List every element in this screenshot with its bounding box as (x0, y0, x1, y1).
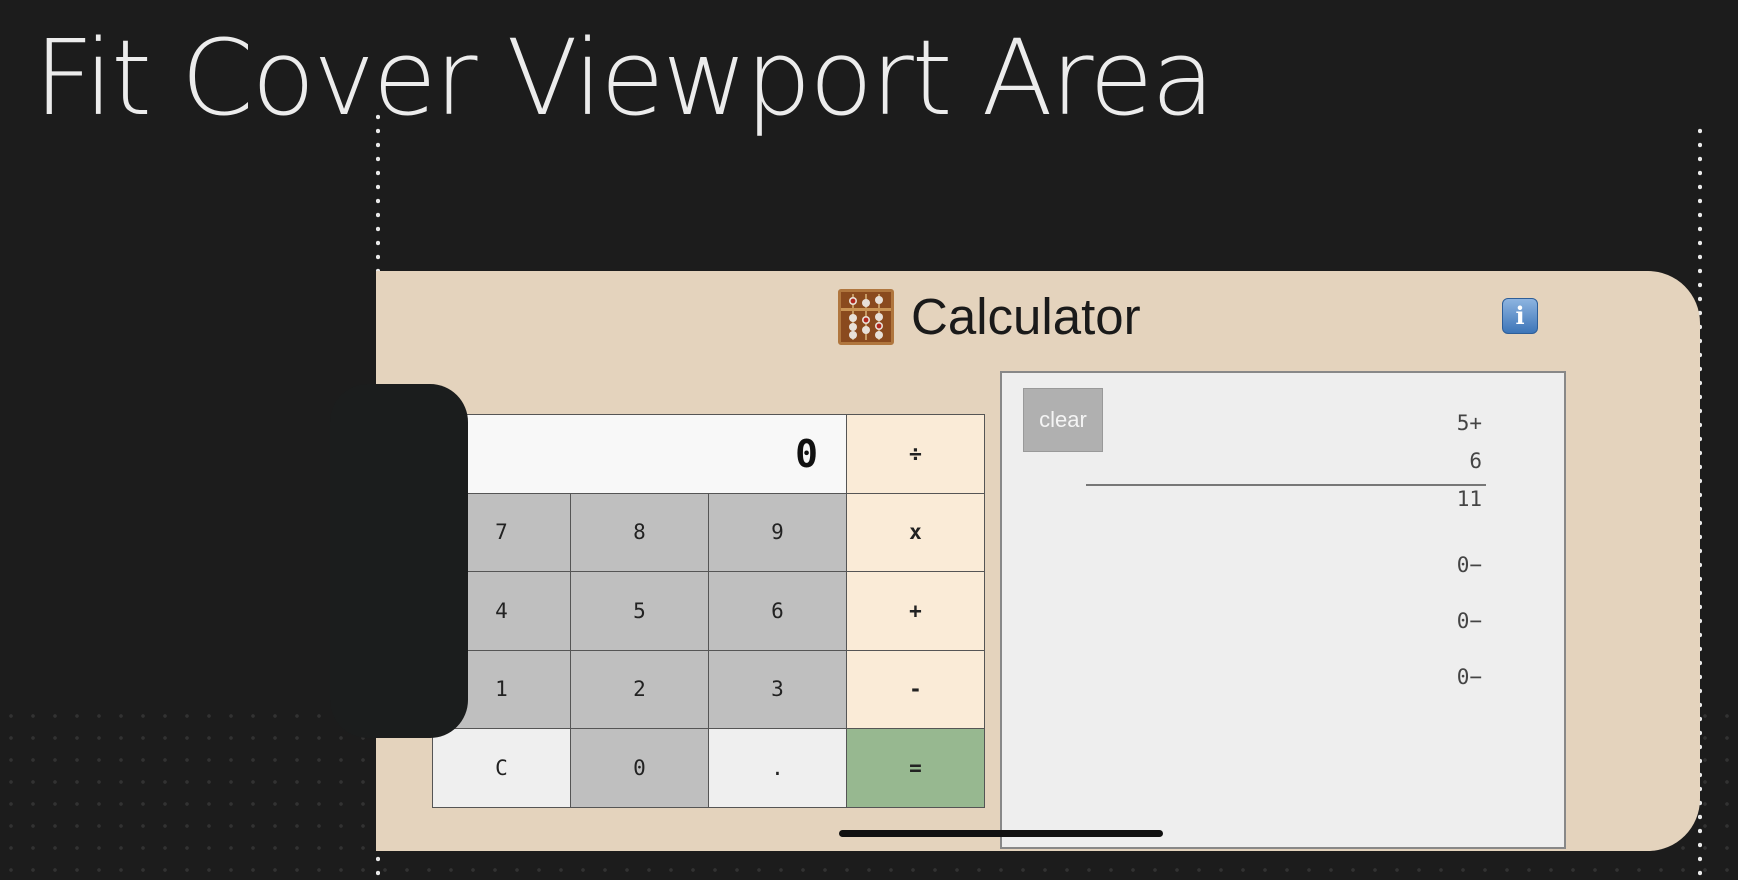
calculator-keypad: 0 ÷ 7 8 9 x 4 5 6 + 1 2 3 - C 0 . = (432, 414, 985, 808)
digit-5-button[interactable]: 5 (571, 572, 709, 651)
tape-line: 0− (1456, 665, 1482, 689)
tape-line: 0− (1456, 609, 1482, 633)
calculation-tape: clear 5+ 6 11 0− 0− 0− (1000, 371, 1566, 849)
digit-9-button[interactable]: 9 (709, 493, 847, 572)
abacus-icon (838, 289, 894, 345)
divide-button[interactable]: ÷ (847, 415, 985, 494)
tape-line: 6 (1469, 449, 1482, 473)
app-title: Calculator (911, 288, 1141, 345)
calculator-display: 0 (433, 415, 847, 494)
plus-button[interactable]: + (847, 572, 985, 651)
tape-line: 0− (1456, 553, 1482, 577)
tape-line: 5+ (1456, 411, 1482, 435)
app-header: Calculator i (376, 271, 1700, 361)
minus-button[interactable]: - (847, 650, 985, 729)
page-title: Fit Cover Viewport Area (34, 17, 1215, 139)
clear-tape-button[interactable]: clear (1023, 388, 1103, 452)
device-notch (330, 384, 468, 738)
decimal-button[interactable]: . (709, 729, 847, 808)
home-indicator[interactable] (839, 830, 1163, 837)
calculator-app-window: Calculator i 0 ÷ 7 8 9 x 4 5 6 + 1 2 3 -… (376, 271, 1700, 851)
tape-line: 11 (1456, 487, 1482, 511)
equals-button[interactable]: = (847, 729, 985, 808)
digit-2-button[interactable]: 2 (571, 650, 709, 729)
digit-8-button[interactable]: 8 (571, 493, 709, 572)
multiply-button[interactable]: x (847, 493, 985, 572)
digit-0-button[interactable]: 0 (571, 729, 709, 808)
digit-3-button[interactable]: 3 (709, 650, 847, 729)
info-button[interactable]: i (1502, 298, 1538, 334)
tape-sum-divider (1086, 484, 1486, 486)
clear-entry-button[interactable]: C (433, 729, 571, 808)
digit-6-button[interactable]: 6 (709, 572, 847, 651)
